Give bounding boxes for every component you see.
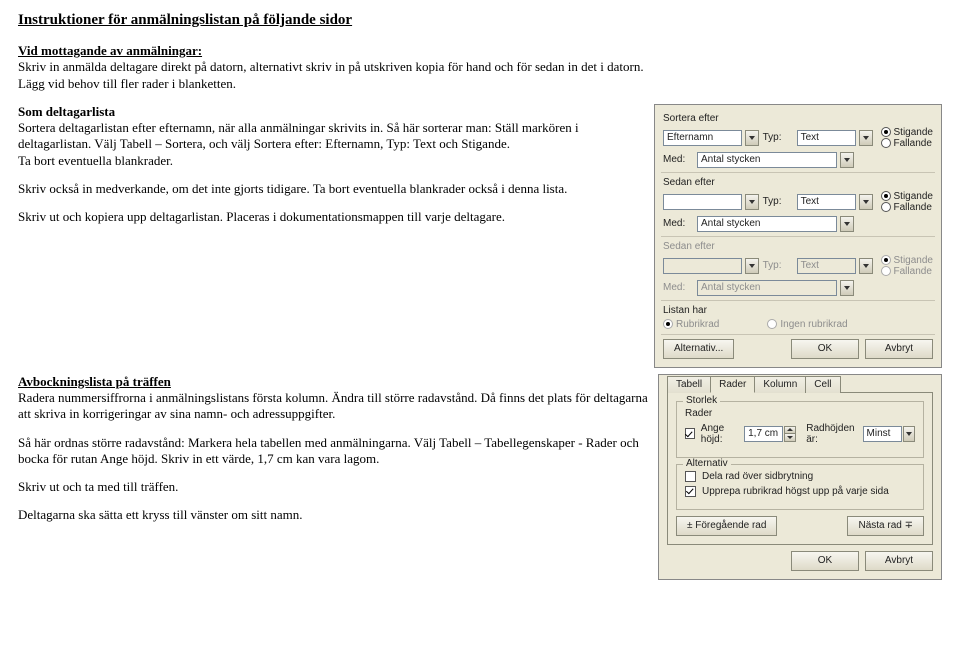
sort-group2-label: Sedan efter [663,177,933,188]
table-properties-dialog: Tabell Rader Kolumn Cell Storlek Rader A… [658,374,942,580]
sort-group1-label: Sortera efter [663,113,933,124]
chevron-down-icon [749,136,755,140]
section1-line2: Lägg vid behov till fler rader i blanket… [18,76,236,91]
radio-fallande-2[interactable]: Fallande [881,202,933,213]
tab-rader[interactable]: Rader [710,376,755,393]
sort-then3-dropdown [745,258,759,274]
dialog-tabs: Tabell Rader Kolumn Cell [667,375,933,392]
opt-dela-rad-checkbox[interactable] [685,471,696,482]
opt-upprepa-checkbox[interactable] [685,486,696,497]
section3-p1: Radera nummersiffrorna i anmälningslista… [18,390,648,421]
page-title: Instruktioner för anmälningslistan på fö… [18,12,942,29]
storlek-legend: Storlek [683,395,720,406]
radio-fallande-1[interactable]: Fallande [881,138,933,149]
section3-p3: Skriv ut och ta med till träffen. [18,479,648,495]
spinner-down[interactable] [784,434,796,442]
chevron-down-icon [863,200,869,204]
ok-button[interactable]: OK [791,339,859,359]
med-3-dropdown [840,280,854,296]
section1-heading: Vid mottagande av anmälningar: [18,43,202,58]
chevron-down-icon [863,136,869,140]
section3-p4: Deltagarna ska sätta ett kryss till väns… [18,507,648,523]
chevron-down-icon [844,158,850,162]
cancel-button[interactable]: Avbryt [865,339,933,359]
chevron-down-icon [906,432,912,436]
med-field-3: Antal stycken [697,280,837,296]
storlek-fieldset: Storlek Rader Ange höjd: 1,7 cm Radhöjde… [676,401,924,458]
typ-label-3: Typ: [763,260,793,271]
section2-p2: Ta bort eventuella blankrader. [18,153,173,168]
radhojden-select[interactable]: Minst [863,426,902,442]
sort-type-1[interactable]: Text [797,130,856,146]
radio-stigande-2[interactable]: Stigande [881,191,933,202]
listan-har-label: Listan har [663,305,933,316]
radhojden-dropdown[interactable] [903,426,915,442]
med-field-2[interactable]: Antal stycken [697,216,837,232]
med-field-1[interactable]: Antal stycken [697,152,837,168]
sort-type-3: Text [797,258,856,274]
chevron-down-icon [749,264,755,268]
alternativ-fieldset: Alternativ Dela rad över sidbrytning Upp… [676,464,924,510]
radio-fallande-3: Fallande [881,266,933,277]
next-row-button[interactable]: Nästa rad ∓ [847,516,924,536]
ange-hojd-checkbox[interactable] [685,428,695,439]
sort-type-3-dropdown [859,258,873,274]
radio-ingen-rubrikrad: Ingen rubrikrad [767,319,847,330]
opt-dela-rad-label: Dela rad över sidbrytning [702,471,813,482]
cancel-button-2[interactable]: Avbryt [865,551,933,571]
section2-p1: Sortera deltagarlistan efter efternamn, … [18,120,579,151]
alternativ-legend: Alternativ [683,458,731,469]
rader-label: Rader [685,408,915,419]
radio-stigande-3: Stigande [881,255,933,266]
tab-cell[interactable]: Cell [805,376,840,393]
ange-hojd-label: Ange höjd: [701,423,742,445]
sort-type-2[interactable]: Text [797,194,856,210]
tab-kolumn[interactable]: Kolumn [754,376,806,393]
sort-then2-dropdown[interactable] [745,194,759,210]
sort-by-field[interactable]: Efternamn [663,130,742,146]
chevron-down-icon [844,222,850,226]
med-label-1: Med: [663,154,693,165]
med-1-dropdown[interactable] [840,152,854,168]
radhojden-label: Radhöjden är: [806,423,860,445]
sort-then-field-3 [663,258,742,274]
med-2-dropdown[interactable] [840,216,854,232]
chevron-down-icon [749,200,755,204]
sort-type-1-dropdown[interactable] [859,130,873,146]
med-label-3: Med: [663,282,693,293]
section3-p2: Så här ordnas större radavstånd: Markera… [18,435,648,468]
med-label-2: Med: [663,218,693,229]
chevron-up-icon [787,428,793,431]
radio-rubrikrad: Rubrikrad [663,319,719,330]
chevron-down-icon [844,286,850,290]
opt-upprepa-label: Upprepa rubrikrad högst upp på varje sid… [702,486,889,497]
section-1: Vid mottagande av anmälningar: Skriv in … [18,43,942,92]
sort-type-2-dropdown[interactable] [859,194,873,210]
chevron-down-icon [787,436,793,439]
typ-label-1: Typ: [763,132,793,143]
tab-tabell[interactable]: Tabell [667,376,711,393]
section2-heading: Som deltagarlista [18,104,115,119]
section2-p4: Skriv ut och kopiera upp deltagarlistan.… [18,209,644,225]
sort-dialog: Sortera efter Efternamn Typ: Text Stigan… [654,104,942,368]
typ-label-2: Typ: [763,196,793,207]
section2-p3: Skriv också in medverkande, om det inte … [18,181,644,197]
sort-by-dropdown[interactable] [745,130,759,146]
sort-group3-label: Sedan efter [663,241,933,252]
hojd-input[interactable]: 1,7 cm [744,426,783,442]
section1-line1: Skriv in anmälda deltagare direkt på dat… [18,59,644,74]
alternativ-button[interactable]: Alternativ... [663,339,734,359]
ok-button-2[interactable]: OK [791,551,859,571]
section3-heading: Avbockningslista på träffen [18,374,171,389]
chevron-down-icon [863,264,869,268]
spinner-up[interactable] [784,426,796,434]
radio-stigande-1[interactable]: Stigande [881,127,933,138]
prev-row-button[interactable]: ± Föregående rad [676,516,777,536]
sort-then-field-2[interactable] [663,194,742,210]
